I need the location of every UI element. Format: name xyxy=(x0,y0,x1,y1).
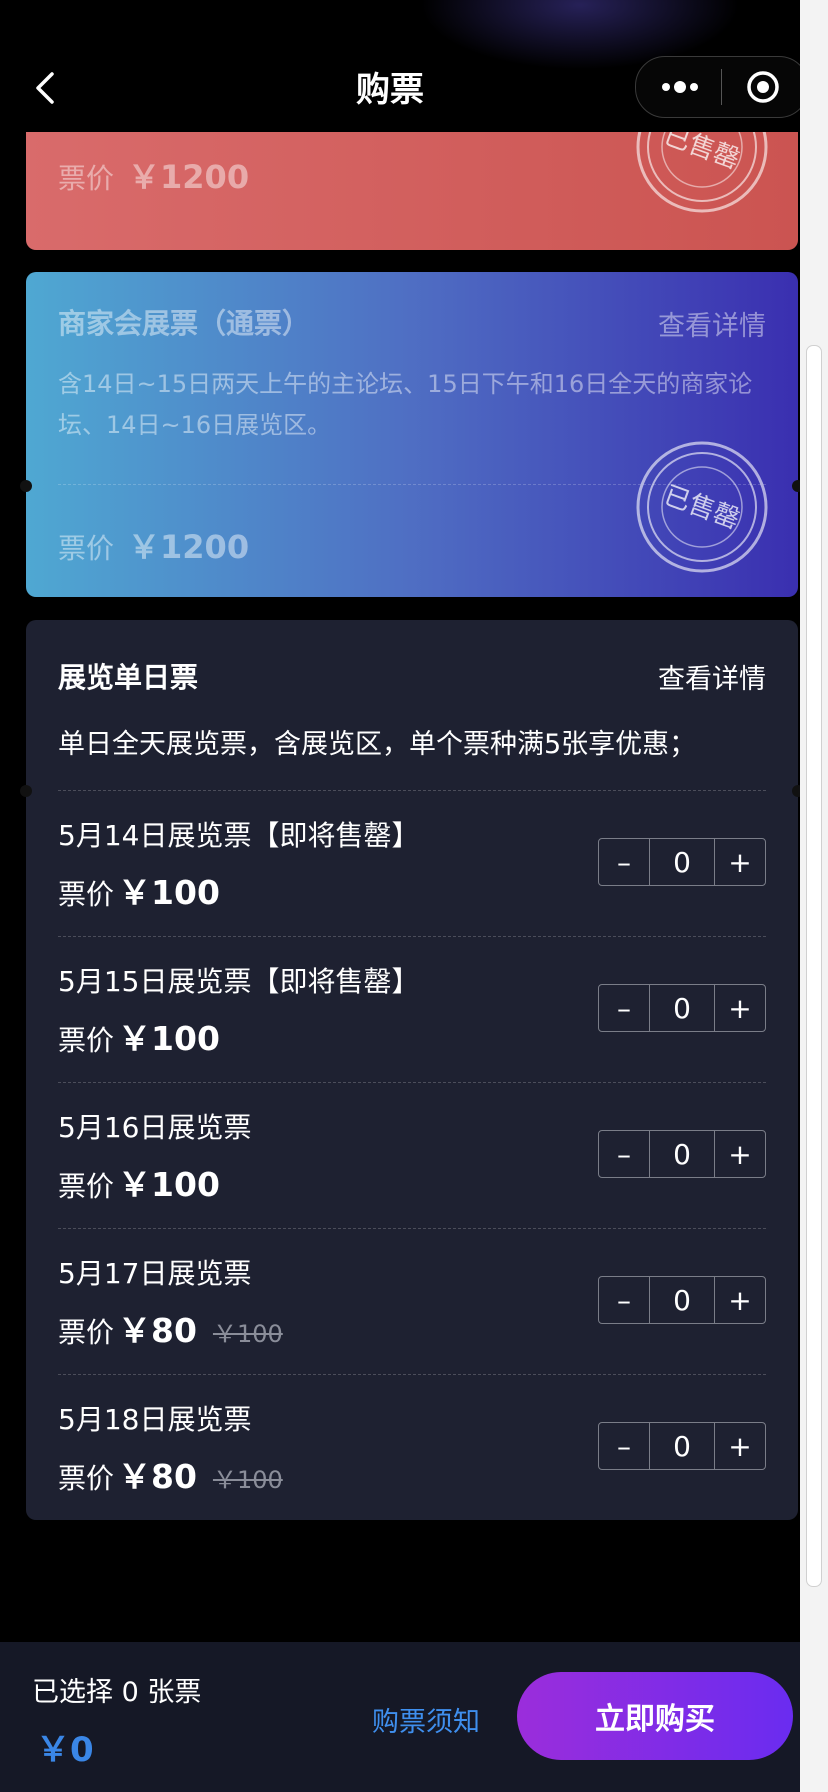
decrement-button[interactable]: – xyxy=(599,839,650,885)
quantity-stepper: – 0 + xyxy=(598,984,766,1032)
view-detail-link[interactable]: 查看详情 xyxy=(658,657,766,696)
selected-count: 已选择 0 张票 xyxy=(32,1677,202,1708)
decrement-button[interactable]: – xyxy=(599,1131,650,1177)
ticket-item-price: 票价 ￥100 xyxy=(58,1165,220,1204)
svg-text:已售罄: 已售罄 xyxy=(660,481,744,536)
quantity-stepper: – 0 + xyxy=(598,1130,766,1178)
ticket-item-price: 票价 ￥100 xyxy=(58,1019,220,1058)
ticket-notch xyxy=(20,480,32,492)
original-price: ￥100 xyxy=(212,1466,283,1494)
ticket-description: 含14日~15日两天上午的主论坛、15日下午和16日全天的商家论坛、14日~16… xyxy=(58,370,753,439)
ticket-item-name: 5月14日展览票【即将售罄】 xyxy=(58,819,420,852)
ticket-item-row: 5月18日展览票 票价 ￥80 ￥100 – 0 + xyxy=(26,1374,798,1520)
ticket-description: 单日全天展览票，含展览区，单个票种满5张享优惠； xyxy=(58,729,697,760)
ticket-notch xyxy=(20,785,32,797)
increment-button[interactable]: + xyxy=(715,985,765,1031)
increment-button[interactable]: + xyxy=(715,839,765,885)
total-price: ￥0 xyxy=(36,1730,94,1770)
ticket-item-name: 5月15日展览票【即将售罄】 xyxy=(58,965,420,998)
quantity-value[interactable]: 0 xyxy=(650,839,715,885)
more-icon[interactable] xyxy=(660,75,700,99)
quantity-stepper: – 0 + xyxy=(598,838,766,886)
mini-program-capsule xyxy=(635,56,800,118)
view-detail-link[interactable]: 查看详情 xyxy=(658,304,766,343)
ticket-title: 展览单日票 xyxy=(58,661,199,694)
ticket-item-price: 票价 ￥100 xyxy=(58,873,220,912)
increment-button[interactable]: + xyxy=(715,1423,765,1469)
quantity-value[interactable]: 0 xyxy=(650,1277,715,1323)
ticket-price: 票价 ￥1200 xyxy=(58,158,250,196)
ticket-item-name: 5月17日展览票 xyxy=(58,1257,252,1290)
decrement-button[interactable]: – xyxy=(599,985,650,1031)
increment-button[interactable]: + xyxy=(715,1277,765,1323)
ticket-item-name: 5月16日展览票 xyxy=(58,1111,252,1144)
daily-ticket-card: 展览单日票 查看详情 单日全天展览票，含展览区，单个票种满5张享优惠； 5月14… xyxy=(26,620,798,1520)
decrement-button[interactable]: – xyxy=(599,1423,650,1469)
ticket-item-row: 5月14日展览票【即将售罄】 票价 ￥100 – 0 + xyxy=(26,790,798,936)
scrollbar-track[interactable] xyxy=(800,0,828,1792)
increment-button[interactable]: + xyxy=(715,1131,765,1177)
ticket-item-name: 5月18日展览票 xyxy=(58,1403,252,1436)
ticket-item-price: 票价 ￥80 ￥100 xyxy=(58,1311,283,1350)
capsule-divider xyxy=(721,69,722,105)
decrement-button[interactable]: – xyxy=(599,1277,650,1323)
nav-header: 购票 xyxy=(0,0,800,132)
purchase-notice-link[interactable]: 购票须知 xyxy=(372,1700,480,1739)
ticket-item-row: 5月15日展览票【即将售罄】 票价 ￥100 – 0 + xyxy=(26,936,798,1082)
quantity-value[interactable]: 0 xyxy=(650,1131,715,1177)
quantity-value[interactable]: 0 xyxy=(650,985,715,1031)
quantity-stepper: – 0 + xyxy=(598,1276,766,1324)
quantity-value[interactable]: 0 xyxy=(650,1423,715,1469)
ticket-item-price: 票价 ￥80 ￥100 xyxy=(58,1457,283,1496)
sold-out-stamp-icon: 已售罄 xyxy=(636,441,768,573)
ticket-price: 票价 ￥1200 xyxy=(58,528,250,566)
scrollbar-thumb[interactable] xyxy=(806,345,822,1587)
quantity-stepper: – 0 + xyxy=(598,1422,766,1470)
close-miniprogram-icon[interactable] xyxy=(746,70,780,104)
buy-now-button[interactable]: 立即购买 xyxy=(517,1672,793,1760)
ticket-item-row: 5月17日展览票 票价 ￥80 ￥100 – 0 + xyxy=(26,1228,798,1374)
sold-out-ticket-card-2: 商家会展票（通票） 查看详情 含14日~15日两天上午的主论坛、15日下午和16… xyxy=(26,272,798,597)
original-price: ￥100 xyxy=(212,1320,283,1348)
ticket-title: 商家会展票（通票） xyxy=(58,307,311,340)
ticket-item-row: 5月16日展览票 票价 ￥100 – 0 + xyxy=(26,1082,798,1228)
